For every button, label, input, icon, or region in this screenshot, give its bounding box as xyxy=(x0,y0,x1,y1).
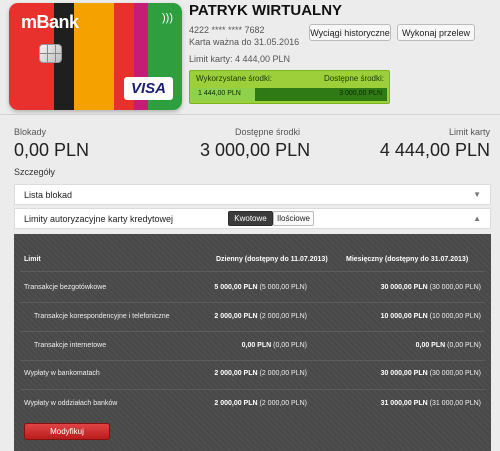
chevron-up-icon: ▲ xyxy=(473,214,481,223)
authorization-limits-row[interactable]: Limity autoryzacyjne karty kredytowej Kw… xyxy=(14,208,491,229)
visa-logo: VISA xyxy=(123,77,173,100)
limit-name: Transakcje bezgotówkowe xyxy=(24,284,107,291)
used-funds-value: 1 444,00 PLN xyxy=(198,90,241,97)
usage-bar-track: 1 444,00 PLN 3 000,00 PLN xyxy=(192,88,387,101)
limit-name: Transakcje korespondencyjne i telefonicz… xyxy=(34,313,170,320)
column-header-limit: Limit xyxy=(24,256,41,263)
credit-card-image: mBank ))) VISA xyxy=(9,3,182,110)
chip-icon xyxy=(39,44,62,63)
limit-name: Transakcje internetowe xyxy=(34,342,107,349)
block-list-row[interactable]: Lista blokad ▼ xyxy=(14,184,491,205)
card-limit-text: Limit karty: 4 444,00 PLN xyxy=(189,54,291,64)
monthly-limit: 10 000,00 PLN (10 000,00 PLN) xyxy=(380,313,481,320)
daily-limit: 2 000,00 PLN (2 000,00 PLN) xyxy=(214,370,307,377)
available-funds-summary-label: Dostępne środki xyxy=(235,127,301,137)
daily-limit: 2 000,00 PLN (2 000,00 PLN) xyxy=(214,400,307,407)
historical-statements-button[interactable]: Wyciągi historyczne xyxy=(309,24,391,41)
limit-name: Wypłaty w oddziałach banków xyxy=(24,400,118,407)
used-funds-label: Wykorzystane środki: xyxy=(196,74,272,83)
monthly-limit: 31 000,00 PLN (31 000,00 PLN) xyxy=(380,400,481,407)
blocks-value: 0,00 PLN xyxy=(14,140,90,160)
available-funds-summary-value: 3 000,00 PLN xyxy=(200,140,311,160)
card-validity: Karta ważna do 31.05.2016 xyxy=(189,37,300,47)
make-transfer-button[interactable]: Wykonaj przelew xyxy=(397,24,475,41)
card-brand-logo: mBank xyxy=(21,12,79,32)
daily-limit: 2 000,00 PLN (2 000,00 PLN) xyxy=(214,313,307,320)
block-list-label: Lista blokad xyxy=(24,189,73,200)
row-divider xyxy=(20,389,485,390)
monthly-limit: 0,00 PLN (0,00 PLN) xyxy=(415,342,481,349)
row-divider xyxy=(20,302,485,303)
limit-name: Wypłaty w bankomatach xyxy=(24,370,100,377)
row-divider xyxy=(20,331,485,332)
tab-count[interactable]: Ilościowe xyxy=(273,211,314,226)
daily-limit: 5 000,00 PLN (5 000,00 PLN) xyxy=(214,284,307,291)
modify-button[interactable]: Modyfikuj xyxy=(24,423,110,440)
row-divider xyxy=(20,360,485,361)
usage-meter: Wykorzystane środki: Dostępne środki: 1 … xyxy=(189,70,390,104)
card-limit-summary-value: 4 444,00 PLN xyxy=(379,140,490,160)
limits-table-panel: Limit Dzienny (dostępny do 11.07.2013) M… xyxy=(14,234,491,451)
column-header-daily: Dzienny (dostępny do 11.07.2013) xyxy=(216,256,328,263)
chevron-down-icon: ▼ xyxy=(473,190,481,199)
details-heading: Szczegóły xyxy=(14,167,56,177)
column-header-monthly: Miesięczny (dostępny do 31.07.2013) xyxy=(346,256,469,263)
card-number: 4222 **** **** 7682 xyxy=(189,25,265,35)
card-limit-summary-label: Limit karty xyxy=(448,127,490,137)
card-stripe xyxy=(74,3,114,110)
row-divider xyxy=(20,271,485,272)
monthly-limit: 30 000,00 PLN (30 000,00 PLN) xyxy=(380,284,481,291)
daily-limit: 0,00 PLN (0,00 PLN) xyxy=(241,342,307,349)
contactless-icon: ))) xyxy=(162,12,173,24)
tab-amount[interactable]: Kwotowe xyxy=(228,211,273,226)
blocks-label: Blokady xyxy=(14,127,47,137)
card-holder-name: PATRYK WIRTUALNY xyxy=(189,2,343,19)
available-funds-value: 3 000,00 PLN xyxy=(339,90,382,97)
divider xyxy=(0,114,500,115)
monthly-limit: 30 000,00 PLN (30 000,00 PLN) xyxy=(380,370,481,377)
authorization-limits-label: Limity autoryzacyjne karty kredytowej xyxy=(24,213,174,224)
available-funds-label: Dostępne środki: xyxy=(323,74,384,83)
